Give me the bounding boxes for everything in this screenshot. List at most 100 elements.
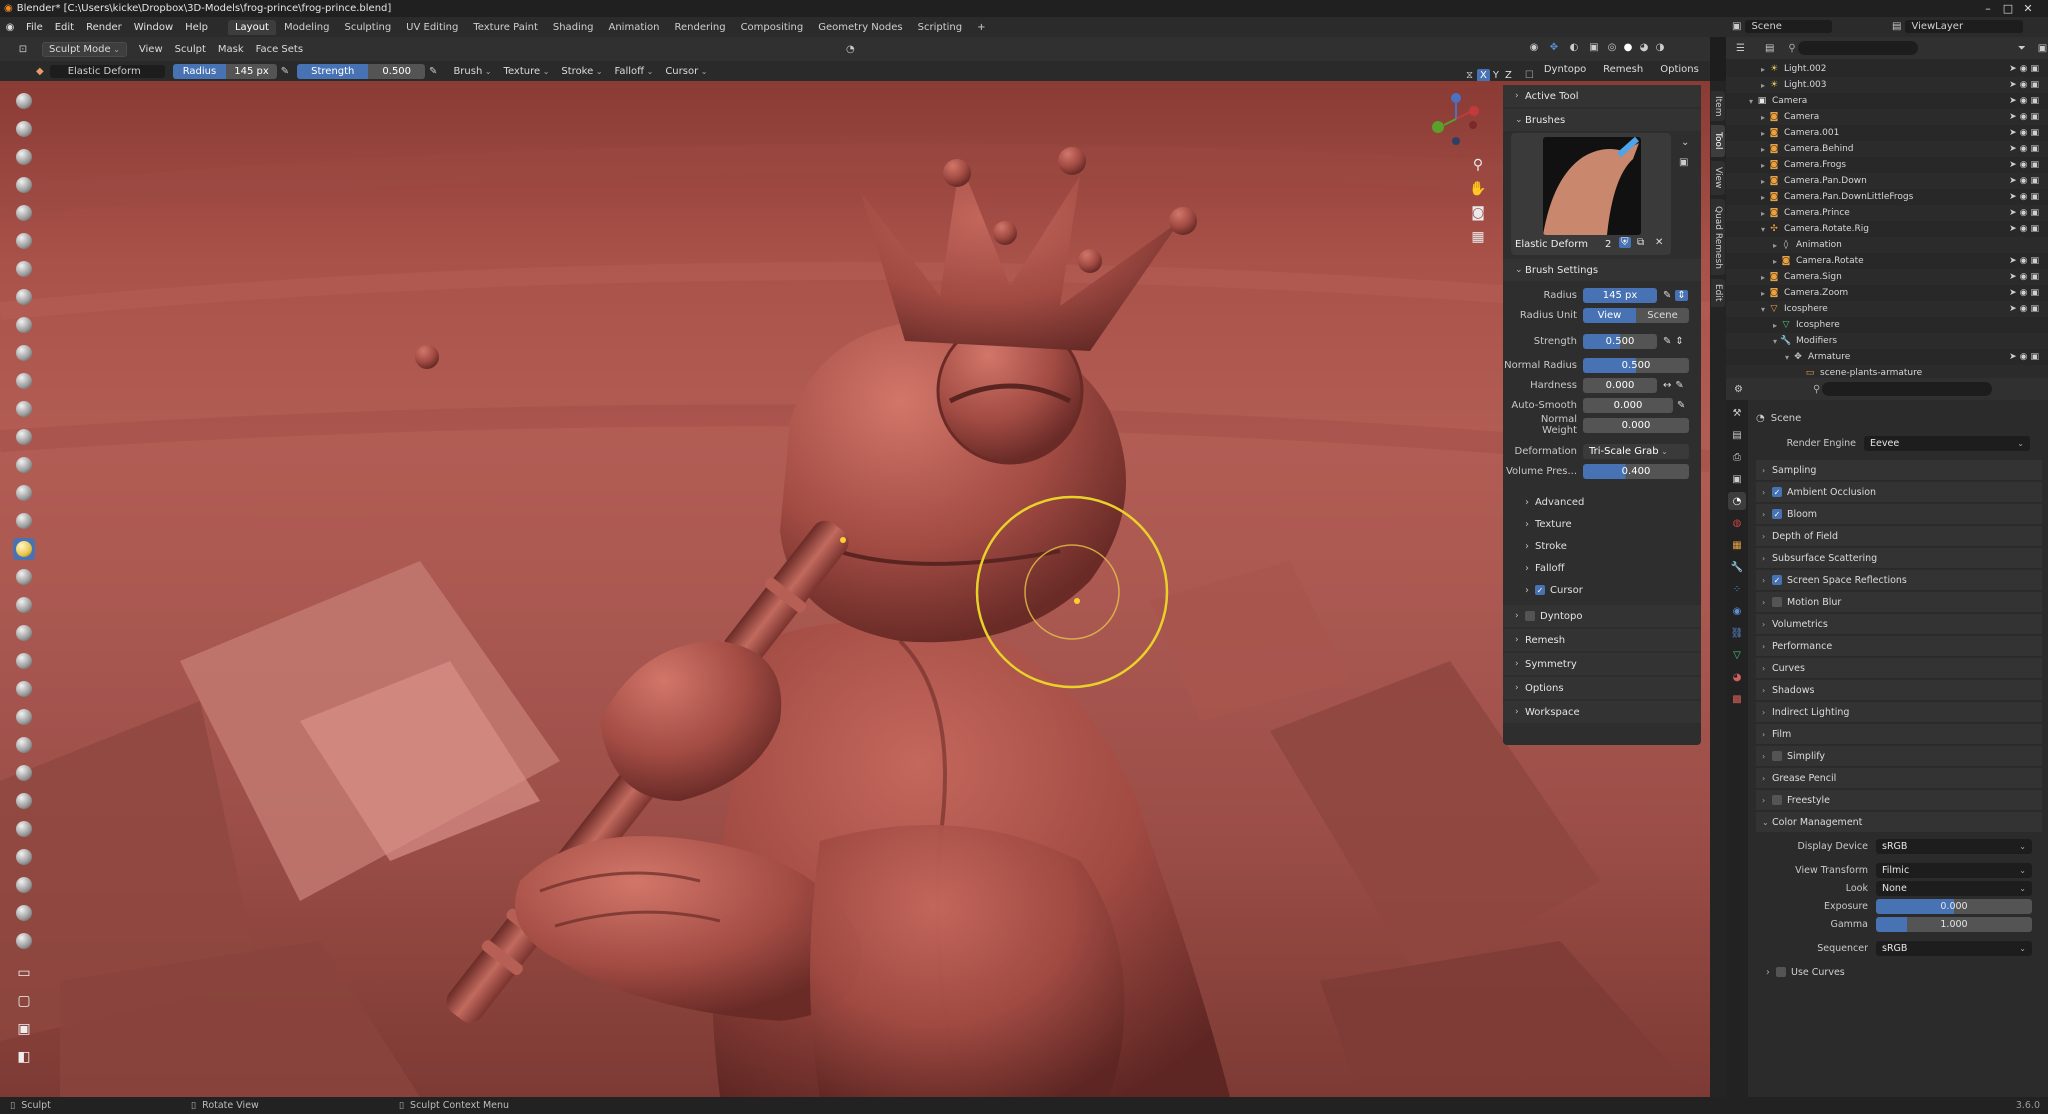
brush-name-field[interactable]: Elastic Deform [49,64,165,78]
close-button[interactable]: ✕ [2008,0,2048,17]
render-section[interactable]: › ✓ Screen Space Reflections [1756,570,2042,591]
visibility-toggles-icon[interactable]: ➤◉▣ [2009,208,2042,218]
menu-window[interactable]: Window [128,22,179,33]
stroke-subpanel[interactable]: › Stroke [1503,535,1701,557]
modifier-tab-icon[interactable]: 🔧 [1728,558,1746,576]
expand-chevron-icon[interactable]: ▸ [1758,289,1768,298]
radius-field[interactable]: 145 px [1583,287,1657,303]
outliner-row[interactable]: ▸ ◙ Camera ➤◉▣ [1726,109,2048,125]
expand-chevron-icon[interactable]: ▸ [1758,209,1768,218]
texture-menu[interactable]: Texture [498,65,556,78]
outliner-row[interactable]: ▸ ◙ Camera.Frogs ➤◉▣ [1726,157,2048,173]
falloff-menu[interactable]: Falloff [609,65,660,78]
tab-shading[interactable]: Shading [546,20,601,35]
tab-scripting[interactable]: Scripting [911,20,969,35]
cursor-checkbox[interactable]: ✓ [1535,585,1545,595]
section-checkbox[interactable] [1772,597,1782,607]
expand-chevron-icon[interactable]: ▾ [1782,353,1792,362]
hardness-pressure-icon[interactable]: ✎ [1675,380,1683,391]
menu-view[interactable]: View [133,43,169,56]
view-layer-selector[interactable]: ▤ ViewLayer [1892,20,2024,33]
texture-subpanel[interactable]: › Texture [1503,513,1701,535]
symmetry-z-toggle[interactable]: Z [1502,69,1515,82]
brush-menu[interactable]: Brush [447,65,497,78]
menu-sculpt[interactable]: Sculpt [169,43,212,56]
strength-pressure-icon[interactable]: ✎ [429,66,437,77]
elastic-deform-tool[interactable] [13,538,35,560]
snake-hook-tool[interactable] [13,566,35,588]
section-checkbox[interactable]: ✓ [1772,575,1782,585]
render-section[interactable]: › Volumetrics [1756,614,2042,635]
cursor-menu[interactable]: Cursor [659,65,713,78]
crease-tool[interactable] [13,314,35,336]
new-collection-icon[interactable]: ▣ [2038,43,2047,54]
output-tab-icon[interactable]: ⎙ [1728,448,1746,466]
outliner-row[interactable]: ▸ ◙ Camera.001 ➤◉▣ [1726,125,2048,141]
render-section[interactable]: › Grease Pencil [1756,768,2042,789]
radius-field[interactable]: Radius 145 px [172,63,277,79]
visibility-toggles-icon[interactable]: ➤◉▣ [2009,192,2042,202]
remesh-panel-header[interactable]: › Remesh [1503,629,1701,651]
axis-gizmo-icon[interactable] [1426,89,1486,159]
tab-item[interactable]: Item [1711,91,1725,121]
shading-solid-icon[interactable]: ● [1620,42,1636,53]
tab-rendering[interactable]: Rendering [667,20,732,35]
render-section[interactable]: › Film [1756,724,2042,745]
expand-chevron-icon[interactable]: ▸ [1770,241,1780,250]
simplify-tool[interactable] [13,790,35,812]
menu-render[interactable]: Render [80,22,128,33]
tab-animation[interactable]: Animation [602,20,667,35]
tab-quad-remesh[interactable]: Quad Remesh [1711,199,1725,275]
layer-tool[interactable] [13,230,35,252]
render-section[interactable]: › Performance [1756,636,2042,657]
object-tab-icon[interactable]: ▦ [1728,536,1746,554]
brush-menu-chevron-icon[interactable]: ⌄ [1681,137,1689,148]
blender-menu-icon[interactable]: ◉ [0,22,20,33]
brush-name-label[interactable]: Elastic Deform [1515,239,1588,250]
paint-tool[interactable] [13,902,35,924]
pinch-tool[interactable] [13,482,35,504]
scene-selector[interactable]: ▣ Scene [1732,20,1832,33]
visibility-toggles-icon[interactable]: ➤◉▣ [2009,96,2042,106]
cloth-tool[interactable] [13,762,35,784]
expand-chevron-icon[interactable]: ▸ [1758,273,1768,282]
visibility-toggles-icon[interactable]: ➤◉▣ [2009,128,2042,138]
particles-tab-icon[interactable]: ⁘ [1728,580,1746,598]
camera-view-icon[interactable]: ◙ [1468,201,1488,225]
expand-chevron-icon[interactable]: ▸ [1758,145,1768,154]
material-tab-icon[interactable]: ◕ [1728,668,1746,686]
properties-editor-icon[interactable]: ⚙ [1734,384,1743,395]
advanced-subpanel[interactable]: › Advanced [1503,491,1701,513]
outliner-row[interactable]: ▸ ◙ Camera.Pan.Down ➤◉▣ [1726,173,2048,189]
brush-settings-panel-header[interactable]: ⌄ Brush Settings [1503,259,1701,281]
fill-tool[interactable] [13,398,35,420]
brush-image-icon[interactable]: ▣ [1679,157,1688,168]
multires-displacement-tool[interactable] [13,874,35,896]
normal-radius-field[interactable]: 0.500 [1583,357,1689,373]
boundary-tool[interactable] [13,734,35,756]
box-mask-tool[interactable]: ▭ [13,962,35,984]
render-engine-dropdown[interactable]: Eevee [1864,435,2030,451]
dyntopo-checkbox-icon[interactable]: ☐ [1525,70,1534,81]
volume-preservation-field[interactable]: 0.400 [1583,463,1689,479]
flatten-tool[interactable] [13,370,35,392]
menu-help[interactable]: Help [179,22,214,33]
visibility-toggles-icon[interactable]: ➤◉▣ [2009,144,2042,154]
render-section[interactable]: › Shadows [1756,680,2042,701]
expand-chevron-icon[interactable]: ▸ [1758,113,1768,122]
tab-geometry-nodes[interactable]: Geometry Nodes [811,20,909,35]
render-section[interactable]: › Depth of Field [1756,526,2042,547]
visibility-toggles-icon[interactable]: ➤◉▣ [2009,112,2042,122]
editor-type-icon[interactable]: ⊡ [14,44,32,55]
expand-chevron-icon[interactable]: ▸ [1758,81,1768,90]
radius-pressure-icon[interactable]: ✎ [1663,290,1671,301]
use-curves-checkbox[interactable] [1776,967,1786,977]
display-device-dropdown[interactable]: sRGB [1876,838,2032,854]
draw-sharp-tool[interactable] [13,118,35,140]
tab-texture-paint[interactable]: Texture Paint [466,20,545,35]
inflate-tool[interactable] [13,258,35,280]
visibility-toggles-icon[interactable]: ➤◉▣ [2009,224,2042,234]
view-layer-tab-icon[interactable]: ▣ [1728,470,1746,488]
menu-edit[interactable]: Edit [49,22,80,33]
stroke-menu[interactable]: Stroke [555,65,608,78]
